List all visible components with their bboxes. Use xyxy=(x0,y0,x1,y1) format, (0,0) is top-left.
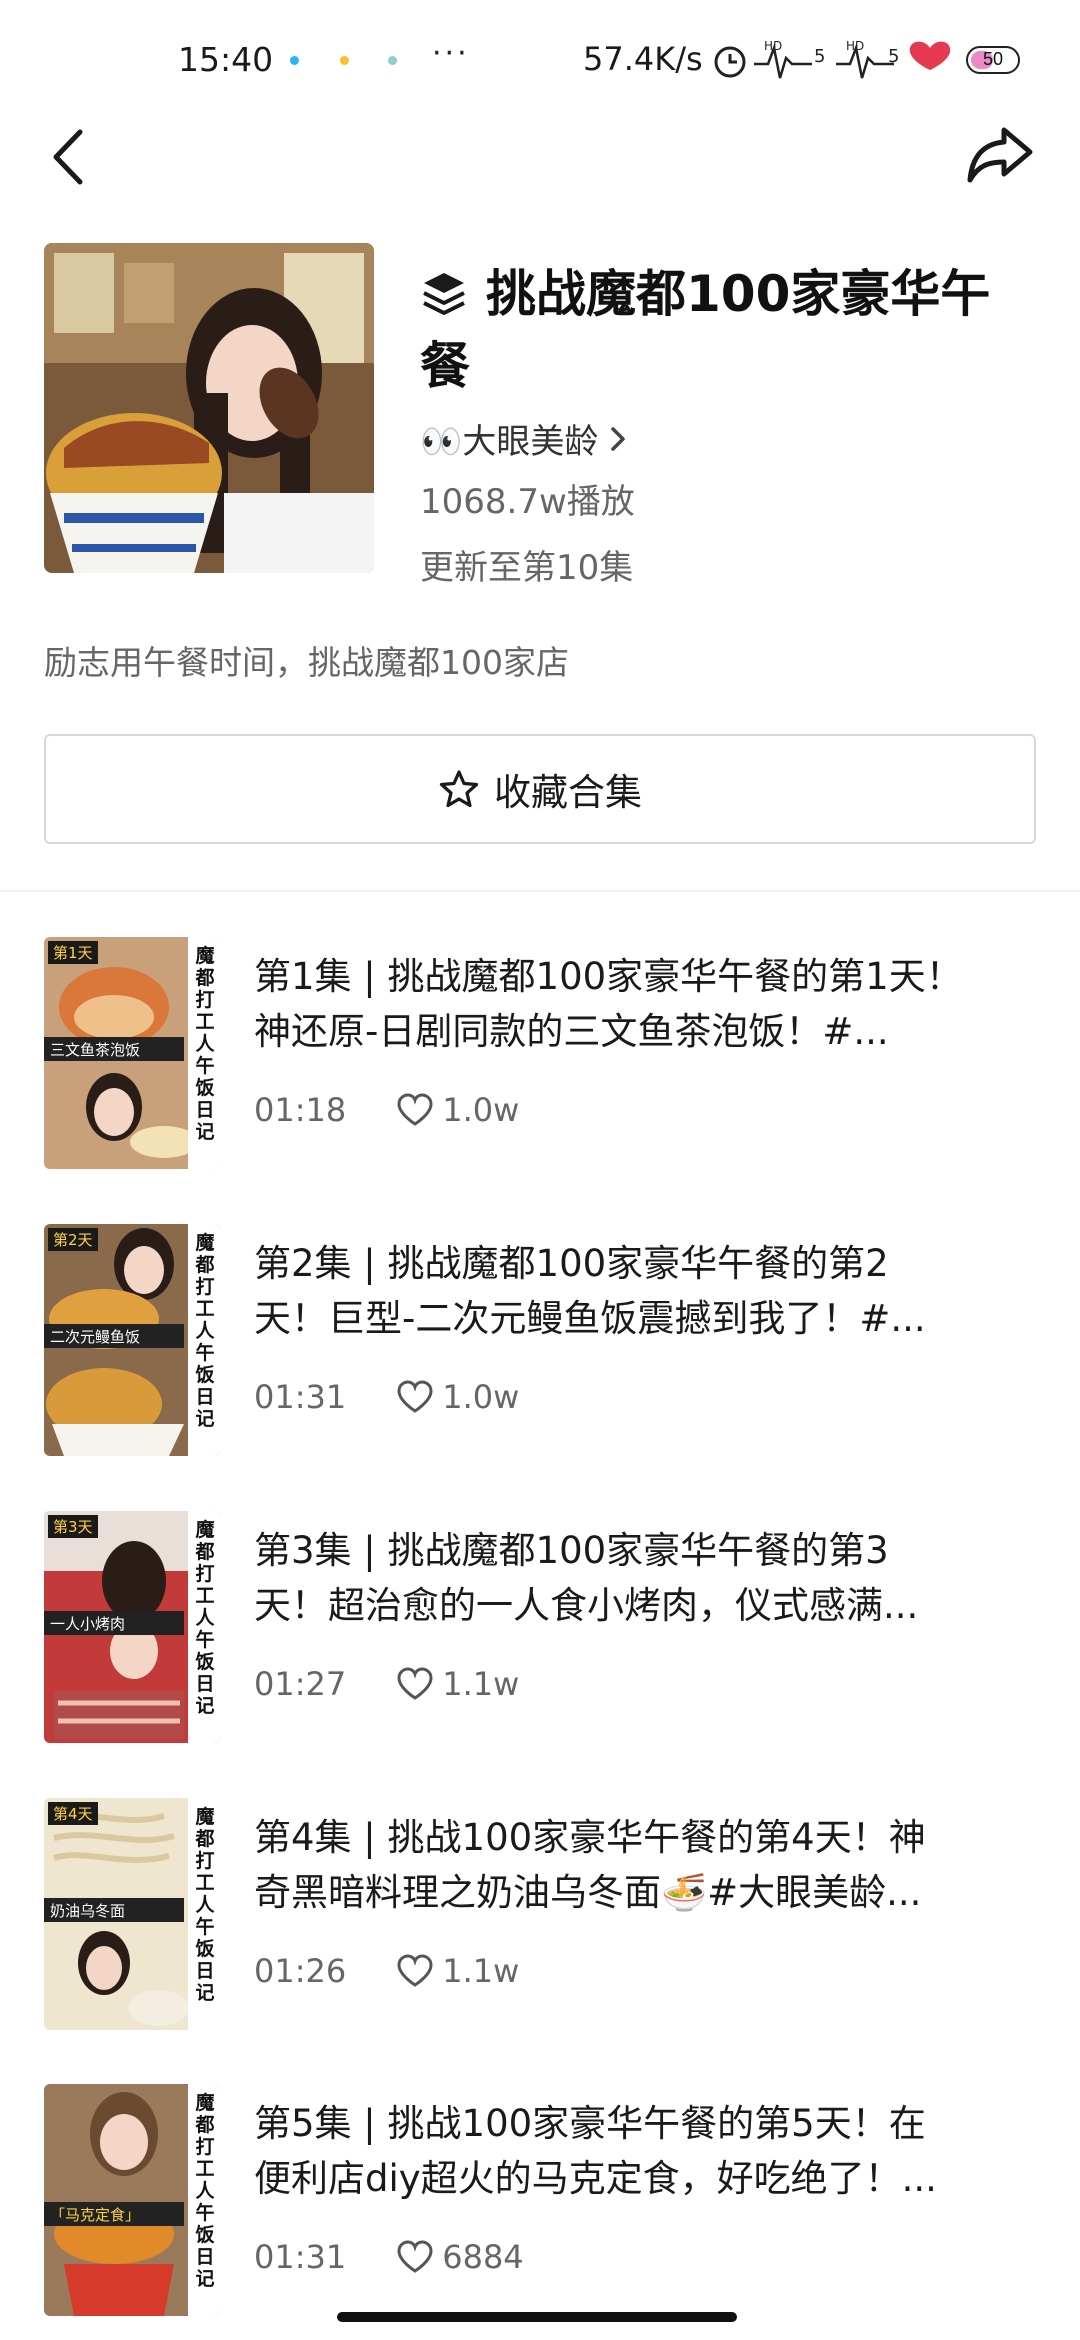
heart-icon xyxy=(397,1667,433,1700)
layers-icon xyxy=(423,273,465,315)
episode-badge: 第4天 xyxy=(48,1802,98,1825)
section-divider xyxy=(0,890,1080,892)
heart-status-icon xyxy=(909,41,951,70)
episode-caption: 二次元鳗鱼饭 xyxy=(50,1328,141,1346)
author-link[interactable]: 👀大眼美龄 xyxy=(420,414,632,463)
svg-text:5: 5 xyxy=(888,46,899,67)
alarm-icon xyxy=(714,46,746,78)
episode-likes: 1.0w xyxy=(396,1378,519,1416)
battery-icon: 50 xyxy=(966,46,1020,74)
episode-caption: 「马克定食」 xyxy=(50,2206,141,2224)
notification-icon xyxy=(290,56,299,65)
chevron-right-icon xyxy=(611,426,626,451)
battery-text: 50 xyxy=(982,49,1004,69)
episode-item[interactable]: 「马克定食」 魔都打工人午饭日记 第5集 | 挑战100家豪华午餐的第5天！在 … xyxy=(44,2084,1044,2318)
back-button[interactable] xyxy=(44,124,94,190)
episode-duration: 01:31 xyxy=(254,2238,347,2276)
home-indicator[interactable] xyxy=(337,2312,737,2322)
episode-thumbnail: 第2天 二次元鳗鱼饭 魔都打工人午饭日记 xyxy=(44,1224,220,1456)
episode-side-text: 魔都打工人午饭日记 xyxy=(195,1519,215,1717)
collection-cover-image xyxy=(44,243,374,573)
svg-text:HD: HD xyxy=(764,39,782,53)
episode-caption: 奶油乌冬面 xyxy=(50,1902,126,1920)
network-speed: 57.4K/s xyxy=(583,40,703,78)
star-icon xyxy=(439,770,479,808)
episode-title: 第5集 | 挑战100家豪华午餐的第5天！在 便利店diy超火的马克定食，好吃绝… xyxy=(254,2102,937,2200)
episode-thumbnail: 第4天 奶油乌冬面 魔都打工人午饭日记 xyxy=(44,1798,220,2030)
episode-meta: 01:18 1.0w xyxy=(254,1091,519,1129)
episode-badge: 第1天 xyxy=(48,941,98,964)
episode-thumbnail: 第1天 三文鱼茶泡饭 魔都打工人午饭日记 xyxy=(44,937,220,1169)
episode-duration: 01:27 xyxy=(254,1665,347,1703)
episode-badge: 第2天 xyxy=(48,1228,98,1251)
episode-duration: 01:18 xyxy=(254,1091,347,1129)
status-more-icon: ··· xyxy=(432,36,470,71)
update-status: 更新至第10集 xyxy=(420,548,634,588)
episode-likes: 6884 xyxy=(396,2238,524,2276)
heart-icon xyxy=(397,1380,433,1413)
svg-text:5: 5 xyxy=(814,46,825,67)
heart-icon xyxy=(397,1093,433,1126)
episode-title: 第2集 | 挑战魔都100家豪华午餐的第2 天！巨型-二次元鳗鱼饭震撼到我了！#… xyxy=(254,1242,926,1340)
notification-icon xyxy=(340,56,349,65)
collection-description: 励志用午餐时间，挑战魔都100家店 xyxy=(44,643,569,682)
episode-item[interactable]: 第1天 三文鱼茶泡饭 魔都打工人午饭日记 第1集 | 挑战魔都100家豪华午餐的… xyxy=(44,937,1044,1171)
favorite-collection-label: 收藏合集 xyxy=(494,771,642,814)
share-button[interactable] xyxy=(964,122,1036,188)
episode-meta: 01:31 1.0w xyxy=(254,1378,519,1416)
episode-caption: 三文鱼茶泡饭 xyxy=(50,1041,141,1059)
episode-meta: 01:26 1.1w xyxy=(254,1952,519,1990)
episode-caption: 一人小烤肉 xyxy=(50,1615,126,1633)
episode-item[interactable]: 第2天 二次元鳗鱼饭 魔都打工人午饭日记 第2集 | 挑战魔都100家豪华午餐的… xyxy=(44,1224,1044,1458)
episode-title: 第1集 | 挑战魔都100家豪华午餐的第1天！ 神还原-日剧同款的三文鱼茶泡饭！… xyxy=(254,955,963,1053)
status-bar: 15:40 ··· 57.4K/s HD 5 HD 5 50 xyxy=(0,0,1080,120)
episode-title: 第3集 | 挑战魔都100家豪华午餐的第3 天！超治愈的一人食小烤肉，仪式感满.… xyxy=(254,1529,919,1627)
status-time: 15:40 xyxy=(178,40,274,79)
episode-item[interactable]: 第3天 一人小烤肉 魔都打工人午饭日记 第3集 | 挑战魔都100家豪华午餐的第… xyxy=(44,1511,1044,1745)
episode-side-text: 魔都打工人午饭日记 xyxy=(195,2092,215,2290)
collection-title-text: 挑战魔都100家豪华午餐 xyxy=(420,265,991,395)
episode-meta: 01:27 1.1w xyxy=(254,1665,519,1703)
play-count: 1068.7w播放 xyxy=(420,482,635,522)
episode-side-text: 魔都打工人午饭日记 xyxy=(195,1806,215,2004)
episode-item[interactable]: 第4天 奶油乌冬面 魔都打工人午饭日记 第4集 | 挑战100家豪华午餐的第4天… xyxy=(44,1798,1044,2032)
episode-likes: 1.1w xyxy=(396,1952,519,1990)
episode-badge: 第3天 xyxy=(48,1515,98,1538)
favorite-collection-button[interactable]: 收藏合集 xyxy=(44,734,1036,844)
episode-side-text: 魔都打工人午饭日记 xyxy=(195,945,215,1143)
share-icon xyxy=(967,127,1033,183)
author-name: 👀大眼美龄 xyxy=(420,422,599,462)
episode-thumbnail: 第3天 一人小烤肉 魔都打工人午饭日记 xyxy=(44,1511,220,1743)
episode-likes: 1.0w xyxy=(396,1091,519,1129)
collection-title: 挑战魔都100家豪华午餐 xyxy=(420,258,1040,402)
episode-duration: 01:31 xyxy=(254,1378,347,1416)
episode-likes: 1.1w xyxy=(396,1665,519,1703)
episode-title: 第4集 | 挑战100家豪华午餐的第4天！神 奇黑暗料理之奶油乌冬面🍜#大眼美龄… xyxy=(254,1816,926,1914)
episode-meta: 01:31 6884 xyxy=(254,2238,524,2276)
notification-icon xyxy=(388,56,397,65)
heart-icon xyxy=(397,1954,433,1987)
episode-thumbnail: 「马克定食」 魔都打工人午饭日记 xyxy=(44,2084,220,2316)
heart-icon xyxy=(397,2240,433,2273)
episode-side-text: 魔都打工人午饭日记 xyxy=(195,1232,215,1430)
chevron-left-icon xyxy=(53,129,83,185)
svg-text:HD: HD xyxy=(846,39,864,53)
episode-duration: 01:26 xyxy=(254,1952,347,1990)
